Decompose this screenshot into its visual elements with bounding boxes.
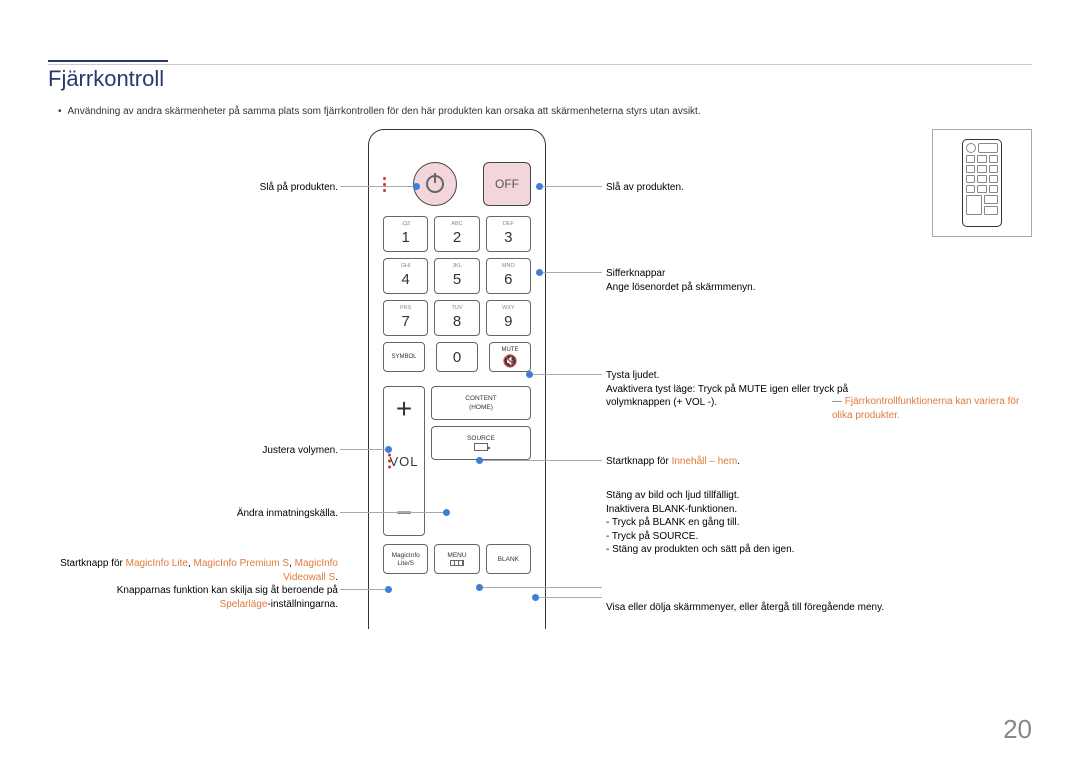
magicinfo-label-1: MagicInfo [392,552,420,559]
source-icon [474,443,488,451]
label-magicinfo: Startknapp för MagicInfo Lite, MagicInfo… [48,557,338,611]
mute-button[interactable]: MUTE 🔇 [489,342,531,372]
blank-button[interactable]: BLANK [486,544,531,574]
label-number-keys: Sifferknappar Ange lösenordet på skärmme… [606,267,886,294]
num-2-button[interactable]: ABC2 [434,216,479,252]
volume-up-icon: + [396,395,412,423]
label-blank: Stäng av bild och ljud tillfälligt. Inak… [606,489,906,557]
page-title: Fjärrkontroll [48,64,1032,92]
content-home-button[interactable]: CONTENT (HOME) [431,386,531,420]
num-4-button[interactable]: GHI4 [383,258,428,294]
volume-rocker[interactable]: + VOL − [383,386,425,536]
symbol-button[interactable]: SYMBOL [383,342,425,372]
num-8-button[interactable]: TUV8 [434,300,479,336]
source-button[interactable]: SOURCE [431,426,531,460]
remote-body: OFF .QZ1ABC2DEF3 GHI4JKL5MNO6 PRS7TUV8WXY9… [368,129,546,629]
label-power-off: Slå av produkten. [606,181,886,195]
power-off-button[interactable]: OFF [483,162,531,206]
num-6-button[interactable]: MNO6 [486,258,531,294]
remote-thumbnail [932,129,1032,237]
label-change-source: Ändra inmatningskälla. [48,507,338,521]
num-1-button[interactable]: .QZ1 [383,216,428,252]
label-mute: Tysta ljudet. Avaktivera tyst läge: Tryc… [606,369,886,410]
label-content-home: Startknapp för Innehåll – hem. [606,455,886,469]
mute-label: MUTE [502,347,519,353]
page-number: 20 [1003,714,1032,745]
menu-label: MENU [447,552,466,559]
content-label-1: CONTENT [465,395,496,403]
content-label-2: (HOME) [469,404,493,412]
menu-icon [450,560,464,566]
magicinfo-button[interactable]: MagicInfo Lite/S [383,544,428,574]
num-9-button[interactable]: WXY9 [486,300,531,336]
volume-down-icon: − [396,499,412,527]
label-power-on: Slå på produkten. [48,181,338,195]
num-3-button[interactable]: DEF3 [486,216,531,252]
menu-button[interactable]: MENU [434,544,479,574]
num-5-button[interactable]: JKL5 [434,258,479,294]
intro-note: Användning av andra skärmenheter på samm… [48,105,1032,119]
source-label: SOURCE [467,435,495,443]
num-7-button[interactable]: PRS7 [383,300,428,336]
num-0-button[interactable]: 0 [436,342,478,372]
mute-icon: 🔇 [503,354,518,368]
label-menu: Visa eller dölja skärmmenyer, eller åter… [606,601,886,615]
volume-label: VOL [389,454,418,469]
label-adjust-volume: Justera volymen. [48,444,338,458]
magicinfo-label-2: Lite/S [397,560,414,567]
blank-label: BLANK [498,556,519,563]
